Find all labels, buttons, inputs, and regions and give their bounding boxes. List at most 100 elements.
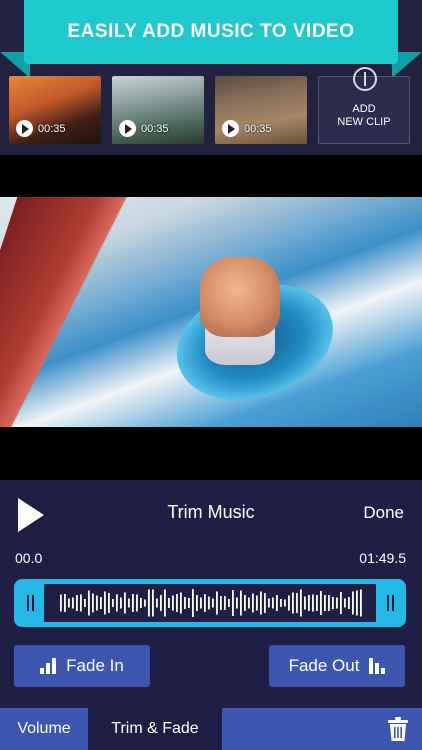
tab-trim-fade[interactable]: Trim & Fade: [88, 708, 222, 750]
done-button[interactable]: Done: [363, 503, 404, 523]
waveform-bar: [316, 595, 318, 611]
waveform-bar: [360, 589, 362, 617]
waveform-bar: [264, 593, 266, 613]
waveform-bar: [108, 593, 110, 613]
clip-thumbnail[interactable]: 00:35: [215, 76, 307, 144]
play-icon[interactable]: [222, 120, 239, 137]
video-scene-wall: [0, 197, 158, 427]
waveform-bar: [268, 598, 270, 608]
video-scene-person: [200, 257, 280, 337]
waveform-bar: [348, 597, 350, 609]
waveform-bar: [296, 593, 298, 613]
add-clip-label-line1: ADD: [352, 103, 376, 115]
trash-icon: [388, 717, 408, 741]
waveform-bar: [132, 594, 134, 612]
waveform-bar: [224, 596, 226, 610]
waveform-bar: [112, 599, 114, 607]
delete-button[interactable]: [374, 708, 422, 750]
waveform-bar: [336, 597, 338, 609]
tab-volume[interactable]: Volume: [0, 708, 88, 750]
waveform-bar: [272, 597, 274, 609]
waveform-bar: [164, 589, 166, 617]
waveform-bar: [216, 591, 218, 615]
waveform-bar: [140, 598, 142, 608]
waveform-bar: [220, 596, 222, 610]
add-clip-label-line2: NEW CLIP: [337, 116, 391, 128]
fade-out-icon: [369, 658, 386, 674]
waveform-bar: [304, 596, 306, 610]
waveform-bar: [136, 594, 138, 612]
waveform-bar: [168, 598, 170, 608]
fade-in-icon: [40, 658, 57, 674]
fade-in-button[interactable]: Fade In: [14, 645, 150, 687]
banner-title: EASILY ADD MUSIC TO VIDEO: [67, 21, 355, 42]
trim-handle-left[interactable]: [23, 595, 37, 611]
waveform-trimmer[interactable]: [14, 579, 406, 627]
clip-duration: 00:35: [244, 123, 272, 135]
waveform-bar: [332, 597, 334, 609]
waveform-bar: [188, 598, 190, 608]
waveform-bar: [120, 597, 122, 609]
waveform-bar: [212, 598, 214, 608]
waveform-bar: [176, 594, 178, 612]
waveform-bar: [356, 590, 358, 616]
waveform-bar: [352, 591, 354, 615]
waveform-bar: [160, 595, 162, 611]
waveform-bar: [312, 594, 314, 612]
start-time: 00.0: [15, 550, 43, 566]
waveform-bar: [152, 589, 154, 617]
trim-music-title: Trim Music: [167, 502, 255, 522]
waveform-bar: [180, 592, 182, 614]
waveform-bar: [244, 595, 246, 611]
banner-ribbon: EASILY ADD MUSIC TO VIDEO: [24, 0, 398, 64]
waveform-bar: [256, 595, 258, 611]
waveform-bar: [340, 592, 342, 614]
add-new-clip-button[interactable]: ADD NEW CLIP: [318, 67, 410, 144]
waveform-bar: [292, 592, 294, 614]
waveform-bar: [280, 599, 282, 607]
waveform-bar: [68, 598, 70, 608]
play-icon[interactable]: [119, 120, 136, 137]
waveform-bar: [260, 591, 262, 615]
waveform: [44, 584, 376, 622]
waveform-bar: [88, 590, 90, 616]
waveform-bar: [72, 597, 74, 609]
waveform-bars: [60, 589, 362, 617]
waveform-bar: [172, 595, 174, 611]
waveform-bar: [100, 597, 102, 609]
end-time: 01:49.5: [359, 550, 406, 566]
fade-in-label: Fade In: [66, 656, 124, 675]
waveform-bar: [148, 589, 150, 617]
waveform-bar: [252, 593, 254, 613]
waveform-bar: [128, 598, 130, 608]
waveform-bar: [96, 595, 98, 611]
waveform-bar: [328, 595, 330, 611]
waveform-bar: [80, 594, 82, 612]
fade-out-button[interactable]: Fade Out: [269, 645, 405, 687]
waveform-bar: [92, 593, 94, 613]
waveform-bar: [208, 596, 210, 610]
waveform-bar: [228, 599, 230, 607]
waveform-bar: [192, 589, 194, 617]
clip-thumbnail[interactable]: 00:35: [112, 76, 204, 144]
clip-duration: 00:35: [38, 123, 66, 135]
waveform-bar: [288, 595, 290, 611]
waveform-bar: [324, 595, 326, 611]
waveform-bar: [196, 595, 198, 611]
waveform-bar: [284, 599, 286, 607]
waveform-bar: [200, 597, 202, 609]
waveform-bar: [104, 591, 106, 615]
waveform-bar: [236, 597, 238, 609]
trim-handle-right[interactable]: [383, 595, 397, 611]
waveform-bar: [276, 595, 278, 611]
waveform-bar: [124, 592, 126, 614]
clip-thumbnail[interactable]: 00:35: [9, 76, 101, 144]
waveform-bar: [320, 591, 322, 615]
play-icon[interactable]: [16, 120, 33, 137]
waveform-bar: [240, 590, 242, 616]
waveform-bar: [64, 594, 66, 612]
waveform-bar: [308, 595, 310, 611]
waveform-bar: [232, 590, 234, 616]
clips-header: EASILY ADD MUSIC TO VIDEO 00:35 00:35 00…: [0, 0, 422, 155]
video-frame: [0, 197, 422, 427]
